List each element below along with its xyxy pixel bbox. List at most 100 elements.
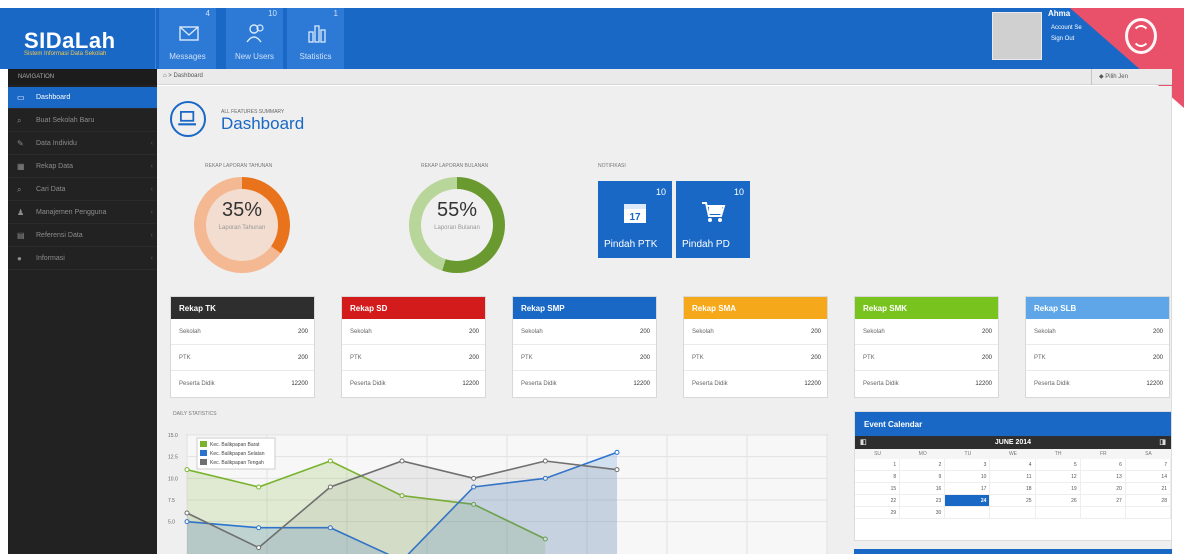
calendar-day-cell[interactable]: 25 bbox=[990, 495, 1036, 507]
calendar-day-cell[interactable]: 26 bbox=[1035, 495, 1081, 507]
sidebar-item-informasi[interactable]: ● Informasi ‹ bbox=[8, 248, 157, 270]
sidebar-item-referensi-data[interactable]: ▤ Referensi Data ‹ bbox=[8, 225, 157, 247]
rekap-row: PTK 200 bbox=[513, 345, 656, 371]
calendar-day-cell[interactable]: 30 bbox=[900, 507, 946, 519]
rekap-bulanan-percent: 55% bbox=[436, 199, 478, 221]
rekap-value: 12200 bbox=[633, 381, 650, 387]
calendar-day-header: SU bbox=[855, 449, 901, 459]
calendar-day-cell[interactable]: 22 bbox=[855, 495, 901, 507]
cart-icon bbox=[702, 202, 726, 222]
calendar-next-button[interactable]: ◨ bbox=[1159, 438, 1166, 446]
page-title: Dashboard bbox=[221, 114, 305, 133]
calendar-day-cell[interactable]: 28 bbox=[1125, 495, 1171, 507]
rekap-row: Peserta Didik 12200 bbox=[1026, 371, 1169, 397]
calendar-day-cell[interactable]: 9 bbox=[900, 471, 946, 483]
rekap-key: Peserta Didik bbox=[521, 381, 557, 387]
calendar-prev-button[interactable]: ◧ bbox=[860, 438, 867, 446]
calendar-day-cell[interactable]: 12 bbox=[1035, 471, 1081, 483]
avatar[interactable] bbox=[992, 12, 1042, 60]
calendar-day-cell[interactable]: 7 bbox=[1125, 459, 1171, 471]
calendar-day-cell[interactable] bbox=[1035, 507, 1081, 519]
calendar-day-cell[interactable]: 23 bbox=[900, 495, 946, 507]
calendar-day-cell[interactable]: 16 bbox=[900, 483, 946, 495]
account-settings-link[interactable]: Account Se bbox=[1051, 25, 1082, 31]
rekap-row: Sekolah 200 bbox=[513, 319, 656, 345]
calendar-day-cell[interactable]: 6 bbox=[1080, 459, 1126, 471]
rekap-value: 12200 bbox=[462, 381, 479, 387]
calendar-day-cell[interactable] bbox=[1125, 507, 1171, 519]
sidebar-item-rekap-data[interactable]: ▦ Rekap Data ‹ bbox=[8, 156, 157, 178]
rekap-bulanan-caption: Laporan Bulanan bbox=[434, 225, 480, 231]
sidebar-item-icon: ▭ bbox=[17, 93, 25, 102]
calendar-day-cell[interactable]: 11 bbox=[990, 471, 1036, 483]
sidebar-item-manajemen-pengguna[interactable]: ♟ Manajemen Pengguna ‹ bbox=[8, 202, 157, 224]
calendar-day-cell[interactable]: 27 bbox=[1080, 495, 1126, 507]
year-select[interactable]: ◆ Pilih Jen bbox=[1091, 69, 1172, 85]
calendar-day-cell[interactable]: 21 bbox=[1125, 483, 1171, 495]
rekap-row: Peserta Didik 12200 bbox=[513, 371, 656, 397]
calendar-day-cell[interactable] bbox=[945, 507, 991, 519]
pindah-ptk-tile[interactable]: 10 17 Pindah PTK bbox=[598, 181, 672, 258]
rekap-key: Sekolah bbox=[179, 329, 201, 335]
calendar-day-cell[interactable]: 19 bbox=[1035, 483, 1081, 495]
calendar-day-cell[interactable]: 4 bbox=[990, 459, 1036, 471]
rekap-row: PTK 200 bbox=[1026, 345, 1169, 371]
calendar-day-cell[interactable]: 14 bbox=[1125, 471, 1171, 483]
calendar-day-cell[interactable]: 29 bbox=[855, 507, 901, 519]
pindah-pd-tile[interactable]: 10 Pindah PD bbox=[676, 181, 750, 258]
sidebar-item-cari-data[interactable]: ⌕ Cari Data ‹ bbox=[8, 179, 157, 201]
statistics-count: 1 bbox=[333, 9, 338, 18]
rekap-title[interactable]: Rekap SLB bbox=[1026, 297, 1169, 319]
statistics-button[interactable]: 1 Statistics bbox=[287, 8, 345, 69]
rekap-title[interactable]: Rekap SD bbox=[342, 297, 485, 319]
calendar-day-cell[interactable]: 18 bbox=[990, 483, 1036, 495]
calendar-day-cell[interactable]: 1 bbox=[855, 459, 901, 471]
sidebar-item-icon: ● bbox=[17, 254, 22, 263]
rekap-row: PTK 200 bbox=[855, 345, 998, 371]
calendar-day-cell[interactable]: 2 bbox=[900, 459, 946, 471]
panel-header-strip bbox=[854, 549, 1172, 554]
calendar-month-bar: ◧ JUNE 2014 ◨ bbox=[855, 436, 1171, 449]
rekap-title[interactable]: Rekap TK bbox=[171, 297, 314, 319]
sign-out-link[interactable]: Sign Out bbox=[1051, 36, 1074, 42]
pindah-pd-count: 10 bbox=[733, 187, 744, 197]
calendar-day-cell[interactable]: 13 bbox=[1080, 471, 1126, 483]
data-point bbox=[184, 467, 190, 473]
rekap-tahunan-donut: 35% Laporan Tahunan bbox=[194, 177, 290, 273]
calendar-day-cell[interactable]: 8 bbox=[855, 471, 901, 483]
rekap-value: 200 bbox=[1152, 355, 1163, 361]
new-users-label: New Users bbox=[234, 52, 275, 61]
rekap-key: Peserta Didik bbox=[692, 381, 728, 387]
sidebar-item-dashboard[interactable]: ▭ Dashboard bbox=[8, 87, 157, 109]
breadcrumb: ⌂ > Dashboard ◆ Pilih Jen bbox=[157, 69, 1172, 85]
sidebar-item-buat-sekolah-baru[interactable]: ⌕ Buat Sekolah Baru bbox=[8, 110, 157, 132]
breadcrumb-text[interactable]: ⌂ > Dashboard bbox=[163, 73, 203, 79]
rekap-value: 12200 bbox=[804, 381, 821, 387]
event-calendar: Event Calendar ◧ JUNE 2014 ◨ SU MO TU WE TH F… bbox=[854, 411, 1172, 541]
rekap-title[interactable]: Rekap SMK bbox=[855, 297, 998, 319]
calendar-day-cell[interactable]: 17 bbox=[945, 483, 991, 495]
messages-button[interactable]: 4 Messages bbox=[159, 8, 217, 69]
calendar-day-cell[interactable]: 5 bbox=[1035, 459, 1081, 471]
calendar-day-cell[interactable] bbox=[990, 507, 1036, 519]
new-users-button[interactable]: 10 New Users bbox=[226, 8, 284, 69]
chevron-left-icon: ‹ bbox=[150, 186, 153, 193]
rekap-value: 200 bbox=[981, 355, 992, 361]
calendar-day-cell[interactable]: 3 bbox=[945, 459, 991, 471]
rekap-row: Sekolah 200 bbox=[342, 319, 485, 345]
navigation-heading: NAVIGATION bbox=[8, 69, 157, 85]
rekap-key: Sekolah bbox=[521, 329, 543, 335]
sidebar-item-data-individu[interactable]: ✎ Data Individu ‹ bbox=[8, 133, 157, 155]
year-select-label: Pilih Jen bbox=[1105, 74, 1128, 80]
calendar-day-cell[interactable]: 20 bbox=[1080, 483, 1126, 495]
rekap-title[interactable]: Rekap SMP bbox=[513, 297, 656, 319]
data-point bbox=[542, 458, 548, 464]
calendar-day-cell[interactable]: 15 bbox=[855, 483, 901, 495]
calendar-day-cell[interactable] bbox=[1080, 507, 1126, 519]
rekap-key: Peserta Didik bbox=[350, 381, 386, 387]
legend-swatch bbox=[200, 450, 207, 456]
calendar-day-cell[interactable]: 10 bbox=[945, 471, 991, 483]
calendar-day-cell[interactable]: 24 bbox=[945, 495, 991, 507]
data-point bbox=[614, 467, 620, 473]
rekap-title[interactable]: Rekap SMA bbox=[684, 297, 827, 319]
